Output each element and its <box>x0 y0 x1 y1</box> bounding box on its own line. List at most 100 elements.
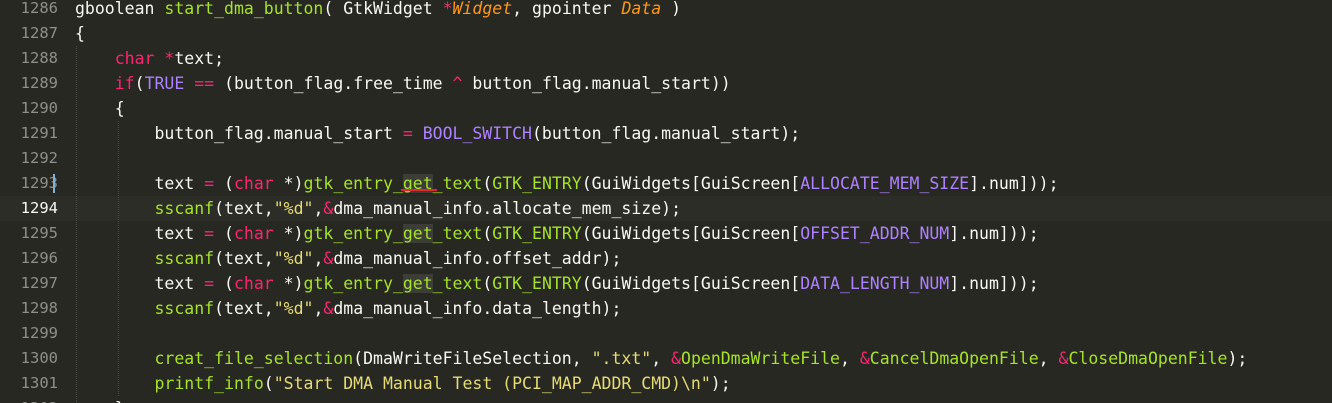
line-number: 1294 <box>20 199 58 217</box>
code-token: (GuiWidgets[GuiScreen[ <box>581 274 801 293</box>
code-line[interactable]: 1289 if(TRUE == (button_flag.free_time ^… <box>0 71 1332 96</box>
code-text[interactable]: printf_info("Start DMA Manual Test (PCI_… <box>75 371 731 396</box>
code-token: CloseDmaOpenFile <box>1068 349 1228 368</box>
code-text[interactable]: text = (char *)gtk_entry_get_text(GTK_EN… <box>75 171 1059 196</box>
code-token: & <box>671 349 682 368</box>
line-number: 1290 <box>20 99 58 117</box>
code-text[interactable]: text = (char *)gtk_entry_get_text(GTK_EN… <box>75 271 1039 296</box>
code-token: gtk_entry_ <box>303 224 403 243</box>
code-token: ( <box>482 174 493 193</box>
code-token: = <box>204 174 215 193</box>
code-line[interactable]: 1286 gboolean start_dma_button( GtkWidget… <box>0 0 1332 21</box>
code-text[interactable]: sscanf(text,"%d",&dma_manual_info.data_l… <box>75 296 621 321</box>
code-text[interactable]: text = (char *)gtk_entry_get_text(GTK_EN… <box>75 221 1039 246</box>
code-line[interactable]: 1298 sscanf(text,"%d",&dma_manual_info.d… <box>0 296 1332 321</box>
code-token: (DmaWriteFileSelection, <box>353 349 592 368</box>
code-token: sscanf <box>154 299 215 318</box>
code-token: dma_manual_info.allocate_mem_size); <box>333 199 682 218</box>
code-token: & <box>859 349 870 368</box>
code-line[interactable]: 1302 } <box>0 396 1332 403</box>
line-number: 1298 <box>20 299 58 317</box>
code-token: { <box>75 24 85 43</box>
code-line[interactable]: 1301 printf_info("Start DMA Manual Test … <box>0 371 1332 396</box>
code-text[interactable]: if(TRUE == (button_flag.free_time ^ butt… <box>75 71 731 96</box>
code-token: get <box>402 224 433 243</box>
code-token: Widget <box>452 0 513 18</box>
code-token: & <box>323 199 334 218</box>
code-token: ].num])); <box>949 274 1039 293</box>
code-token: "%d" <box>273 199 314 218</box>
code-line[interactable]: 1299 <box>0 321 1332 346</box>
code-line[interactable]: 1290 { <box>0 96 1332 121</box>
code-token: (text, <box>214 199 274 218</box>
code-line[interactable]: 1296 sscanf(text,"%d",&dma_manual_info.o… <box>0 246 1332 271</box>
code-token: ); <box>710 374 731 393</box>
code-token: ( <box>134 74 145 93</box>
code-text[interactable]: sscanf(text,"%d",&dma_manual_info.offset… <box>75 246 621 271</box>
code-line[interactable]: 1292 <box>0 146 1332 171</box>
code-token: sscanf <box>154 249 215 268</box>
indent-guide <box>76 46 77 403</box>
code-token: (text, <box>214 299 274 318</box>
code-token: gpointer <box>532 0 612 18</box>
code-token: , <box>839 349 860 368</box>
code-token: GTK_ENTRY <box>492 274 582 293</box>
line-number: 1289 <box>20 74 58 92</box>
code-token: char <box>233 274 274 293</box>
code-line[interactable]: 1287 { <box>0 21 1332 46</box>
line-number: 1287 <box>20 24 58 42</box>
line-number: 1291 <box>20 124 58 142</box>
code-token: GtkWidget <box>343 0 433 18</box>
code-token: , <box>313 299 324 318</box>
code-text[interactable]: creat_file_selection(DmaWriteFileSelecti… <box>75 346 1247 371</box>
code-line[interactable]: 1293 text = (char *)gtk_entry_get_text(G… <box>0 171 1332 196</box>
code-token: DATA_LENGTH_NUM <box>800 274 950 293</box>
code-token: = <box>402 124 413 143</box>
code-token: gtk_entry_ <box>303 274 403 293</box>
code-token: if <box>114 74 135 93</box>
code-text[interactable]: { <box>75 96 125 121</box>
code-token: char <box>114 49 155 68</box>
code-token: creat_file_selection <box>154 349 354 368</box>
code-token: start_dma_button <box>164 0 324 18</box>
code-token: dma_manual_info.offset_addr); <box>333 249 622 268</box>
code-token: (GuiWidgets[GuiScreen[ <box>581 224 801 243</box>
code-text[interactable]: } <box>75 396 125 403</box>
line-number: 1293 <box>20 174 58 192</box>
code-token: ".txt" <box>591 349 652 368</box>
line-number: 1297 <box>20 274 58 292</box>
code-token: dma_manual_info.data_length); <box>333 299 622 318</box>
code-token: & <box>323 249 334 268</box>
code-token: get <box>402 274 433 293</box>
code-line[interactable]: 1291 button_flag.manual_start = BOOL_SWI… <box>0 121 1332 146</box>
code-token: ].num])); <box>949 224 1039 243</box>
code-token: ( <box>214 224 234 243</box>
code-token: gtk_entry_ <box>303 174 403 193</box>
code-editor[interactable]: 1286 gboolean start_dma_button( GtkWidget… <box>0 0 1332 403</box>
code-token: * <box>154 49 175 68</box>
code-text[interactable]: sscanf(text,"%d",&dma_manual_info.alloca… <box>75 196 681 221</box>
code-text[interactable]: button_flag.manual_start = BOOL_SWITCH(b… <box>75 121 800 146</box>
code-line[interactable]: 1300 creat_file_selection(DmaWriteFileSe… <box>0 346 1332 371</box>
code-line[interactable]: 1288 char *text; <box>0 46 1332 71</box>
code-token: , <box>313 249 324 268</box>
code-text[interactable]: char *text; <box>75 46 224 71</box>
code-text[interactable]: gboolean start_dma_button( GtkWidget *Wi… <box>75 0 681 21</box>
code-line[interactable]: 1295 text = (char *)gtk_entry_get_text(G… <box>0 221 1332 246</box>
code-token: , <box>313 199 324 218</box>
code-token: text <box>75 174 205 193</box>
code-token: button_flag.manual_start)) <box>462 74 731 93</box>
line-number: 1286 <box>20 0 58 17</box>
code-text[interactable]: { <box>75 21 85 46</box>
code-token: OpenDmaWriteFile <box>681 349 840 368</box>
code-line[interactable]: 1294 sscanf(text,"%d",&dma_manual_info.a… <box>0 196 1332 221</box>
code-line[interactable]: 1297 text = (char *)gtk_entry_get_text(G… <box>0 271 1332 296</box>
line-number: 1301 <box>20 374 58 392</box>
